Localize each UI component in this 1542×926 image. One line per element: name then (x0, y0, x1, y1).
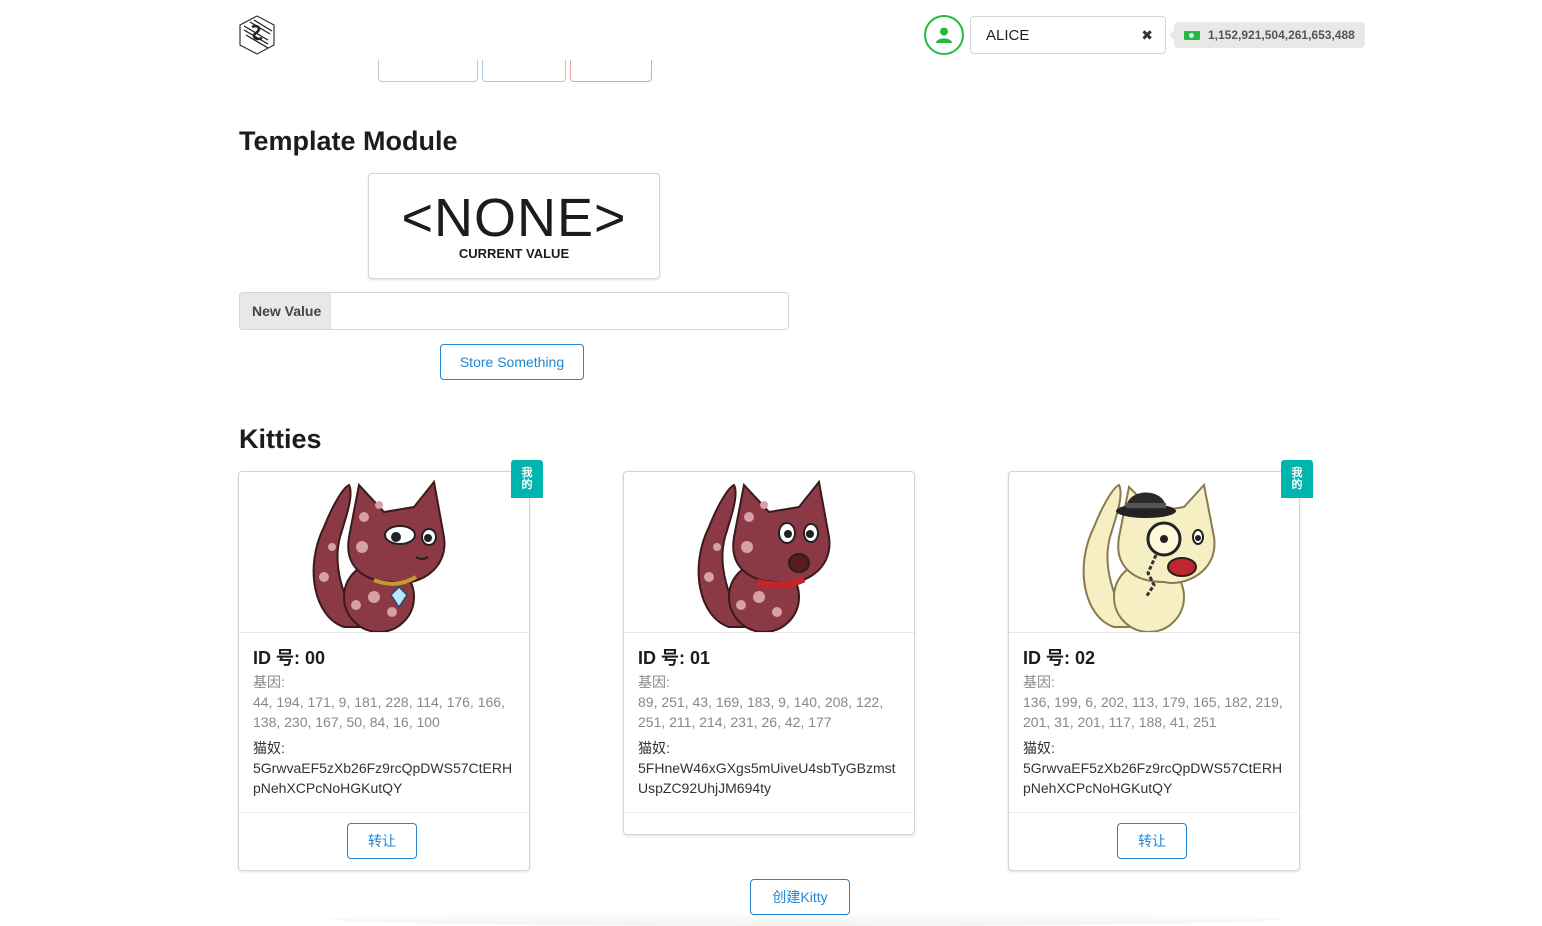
store-something-button[interactable]: Store Something (440, 344, 584, 380)
kitty-image (239, 472, 529, 633)
card-actions: 转让 (239, 812, 529, 870)
owner-label: 猫奴: (253, 740, 285, 756)
account-dropdown[interactable]: ALICE ✖ (970, 16, 1166, 54)
transfer-button[interactable]: 转让 (347, 823, 417, 859)
new-value-label: New Value (240, 293, 331, 329)
dna-value: 136, 199, 6, 202, 113, 179, 165, 182, 21… (1023, 694, 1283, 730)
kitty-card: 我的 ID 号: 02 基因: 136, 199, 6, 202, 113, 1… (1008, 460, 1313, 871)
balance-label: 1,152,921,504,261,653,488 (1169, 22, 1365, 48)
account-name: ALICE (986, 26, 1030, 44)
kitty-image (1009, 472, 1299, 633)
cash-icon (1184, 30, 1200, 40)
dna-label: 基因: (1023, 674, 1055, 690)
dna-value: 44, 194, 171, 9, 181, 228, 114, 176, 166… (253, 694, 505, 730)
owner-address: 5GrwvaEF5zXb26Fz9rcQpDWS57CtERHpNehXCPcN… (1023, 760, 1283, 796)
kitties-title: Kitties (239, 424, 322, 454)
user-icon[interactable] (924, 15, 964, 55)
bottom-fade (330, 912, 1280, 926)
owner-label: 猫奴: (1023, 740, 1055, 756)
kitty-id: ID 号: 00 (253, 648, 326, 668)
owner-label: 猫奴: (638, 740, 670, 756)
current-value-label: CURRENT VALUE (458, 246, 570, 261)
current-value-statistic: <NONE> CURRENT VALUE (368, 173, 660, 279)
new-value-input[interactable] (331, 293, 788, 329)
mine-ribbon-text: 我的 (521, 467, 533, 491)
new-value-input-group: New Value (239, 292, 789, 330)
substrate-logo-icon (238, 14, 276, 56)
close-icon[interactable]: ✖ (1141, 27, 1153, 44)
card-actions (624, 812, 914, 834)
current-value: <NONE> (401, 188, 627, 248)
hidden-button-3[interactable] (570, 60, 652, 82)
partially-hidden-buttons (378, 60, 652, 82)
card-actions: 转让 (1009, 812, 1299, 870)
kitty-id: ID 号: 01 (638, 648, 711, 668)
owner-address: 5GrwvaEF5zXb26Fz9rcQpDWS57CtERHpNehXCPcN… (253, 760, 513, 796)
template-module-title: Template Module (239, 126, 458, 156)
owner-address: 5FHneW46xGXgs5mUiveU4sbTyGBzmstUspZC92Uh… (638, 760, 896, 796)
balance-value: 1,152,921,504,261,653,488 (1208, 28, 1355, 42)
kitty-image (624, 472, 914, 633)
create-kitty-button[interactable]: 创建Kitty (750, 879, 850, 915)
hidden-button-2[interactable] (482, 60, 566, 82)
mine-ribbon-text: 我的 (1291, 467, 1303, 491)
mine-ribbon: 我的 (511, 460, 543, 498)
transfer-button[interactable]: 转让 (1117, 823, 1187, 859)
dna-value: 89, 251, 43, 169, 183, 9, 140, 208, 122,… (638, 694, 884, 730)
mine-ribbon: 我的 (1281, 460, 1313, 498)
dna-label: 基因: (638, 674, 670, 690)
kitty-id: ID 号: 02 (1023, 648, 1096, 668)
dna-label: 基因: (253, 674, 285, 690)
kitty-card: 我的 ID 号: 00 基因: 44, 194, 171, 9, 181, 22… (238, 460, 543, 871)
hidden-button-1[interactable] (378, 60, 478, 82)
account-selector-bar: ALICE ✖ 1,152,921,504,261,653,488 (924, 15, 1365, 55)
kitty-card: ID 号: 01 基因: 89, 251, 43, 169, 183, 9, 1… (623, 471, 915, 835)
